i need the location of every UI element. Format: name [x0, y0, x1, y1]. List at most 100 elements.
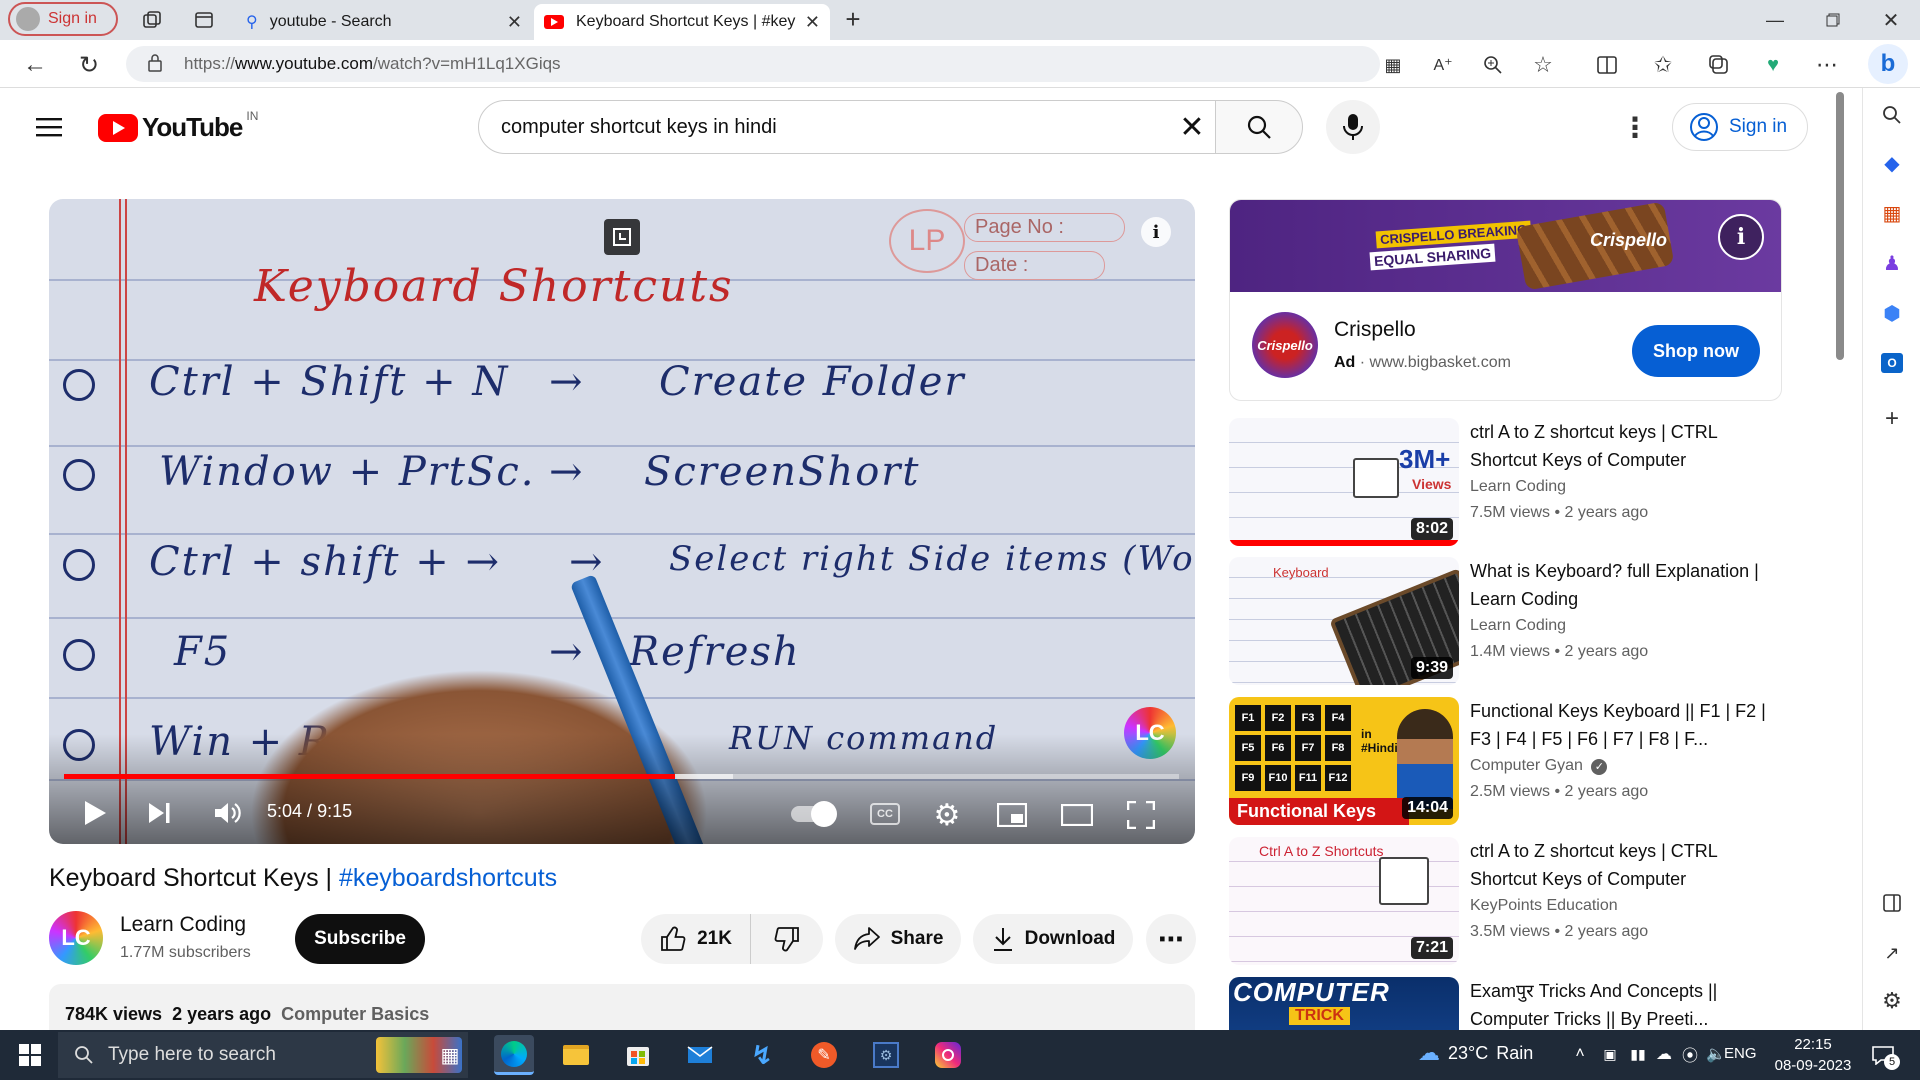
more-actions-button[interactable]: ⋯ — [1146, 914, 1196, 964]
clear-search-icon[interactable]: ✕ — [1176, 111, 1208, 144]
progress-track[interactable] — [64, 774, 1179, 779]
cc-icon[interactable]: CC — [867, 799, 903, 829]
more-menu-icon[interactable]: ⋯ — [1812, 50, 1842, 80]
recommendation-item[interactable]: F1 F2 F3 F4 F5 F6 F7 F8 F9 F10 F11 F12 i… — [1229, 697, 1789, 827]
theater-icon[interactable] — [1059, 797, 1095, 833]
category-link[interactable]: Computer Basics — [281, 1004, 429, 1024]
mic-button[interactable] — [1326, 100, 1380, 154]
split-screen-icon[interactable] — [1592, 50, 1622, 80]
back-icon[interactable]: ← — [20, 50, 50, 80]
video-title-link[interactable]: Functional Keys Keyboard || F1 | F2 | F3… — [1470, 697, 1770, 753]
more-vert-icon[interactable]: ⋮ — [1620, 110, 1650, 144]
youtube-logo[interactable]: YouTube IN — [98, 109, 258, 143]
share-button[interactable]: Share — [835, 914, 961, 964]
hashtag-link[interactable]: #keyboardshortcuts — [339, 864, 557, 892]
favorite-star-icon[interactable]: ☆ — [1528, 50, 1558, 80]
games-icon[interactable]: ♟ — [1877, 248, 1907, 278]
next-icon[interactable] — [141, 795, 177, 831]
channel-name[interactable]: Learn Coding — [1470, 478, 1566, 496]
tab-actions-icon[interactable] — [190, 6, 218, 34]
channel-name[interactable]: Learn Coding — [120, 913, 246, 937]
power-automate-icon[interactable]: ↯ — [742, 1035, 782, 1075]
search-icon[interactable] — [1877, 100, 1907, 130]
ad-info-icon[interactable]: i — [1718, 214, 1764, 260]
search-button[interactable] — [1215, 100, 1303, 154]
tab-youtube-search[interactable]: ⚲ youtube - Search ✕ — [236, 4, 532, 40]
wifi-icon[interactable]: ⦿ — [1678, 1042, 1702, 1066]
outlook-icon[interactable]: O — [1877, 348, 1907, 378]
subscribe-button[interactable]: Subscribe — [295, 914, 425, 964]
miniplayer-icon[interactable] — [994, 797, 1030, 833]
video-thumbnail[interactable]: F1 F2 F3 F4 F5 F6 F7 F8 F9 F10 F11 F12 i… — [1229, 697, 1459, 825]
close-tab-icon[interactable]: ✕ — [507, 12, 522, 33]
ad-card[interactable]: CRISPELLO BREAKING EQUAL SHARING Crispel… — [1229, 199, 1782, 401]
video-title-link[interactable]: ctrl A to Z shortcut keys | CTRL Shortcu… — [1470, 837, 1770, 893]
add-sidebar-icon[interactable]: + — [1877, 404, 1907, 434]
info-icon[interactable]: i — [1141, 217, 1171, 247]
ad-banner[interactable]: CRISPELLO BREAKING EQUAL SHARING Crispel… — [1230, 200, 1781, 292]
settings-icon[interactable]: ⚙ — [929, 797, 965, 833]
collections-icon[interactable] — [1704, 50, 1734, 80]
notification-center-icon[interactable]: 5 — [1866, 1040, 1900, 1070]
close-tab-icon[interactable]: ✕ — [805, 12, 820, 33]
autoplay-icon[interactable] — [787, 799, 839, 829]
video-title-link[interactable]: ctrl A to Z shortcut keys | CTRL Shortcu… — [1470, 418, 1770, 474]
app-orange-icon[interactable]: ✎ — [804, 1035, 844, 1075]
window-close-icon[interactable]: ✕ — [1876, 6, 1906, 34]
like-button[interactable]: 21K — [641, 914, 751, 964]
shopping-icon[interactable]: ◆ — [1877, 148, 1907, 178]
recommendation-item[interactable]: Keyboard 9:39 What is Keyboard? full Exp… — [1229, 557, 1789, 687]
external-link-icon[interactable]: ↗ — [1877, 938, 1907, 968]
copilot-icon[interactable]: b — [1868, 44, 1908, 84]
windows-start-icon[interactable] — [10, 1035, 50, 1075]
video-title-link[interactable]: What is Keyboard? full Explanation | Lea… — [1470, 557, 1770, 613]
channel-avatar[interactable]: LC — [49, 911, 103, 965]
zoom-icon[interactable] — [1478, 50, 1508, 80]
download-button[interactable]: Download — [973, 914, 1133, 964]
hide-sidebar-icon[interactable] — [1877, 888, 1907, 918]
favorites-icon[interactable]: ✩ — [1648, 50, 1678, 80]
file-explorer-icon[interactable] — [556, 1035, 596, 1075]
page-scrollbar[interactable] — [1836, 92, 1844, 360]
search-input[interactable]: computer shortcut keys in hindi — [478, 100, 1216, 154]
workspaces-icon[interactable] — [138, 6, 166, 34]
signin-button[interactable]: Sign in — [1672, 103, 1808, 151]
tools-icon[interactable]: ▦ — [1877, 198, 1907, 228]
battery-icon[interactable]: ▮▮ — [1626, 1042, 1650, 1066]
channel-name[interactable]: Learn Coding — [1470, 617, 1566, 635]
browser-essentials-icon[interactable]: ♥ — [1758, 50, 1788, 80]
instagram-icon[interactable] — [928, 1035, 968, 1075]
maximize-icon[interactable] — [1818, 6, 1848, 34]
language-indicator[interactable]: ENG — [1724, 1045, 1757, 1062]
tray-chevron-icon[interactable]: ˄ — [1568, 1042, 1592, 1066]
fullscreen-icon[interactable] — [1123, 797, 1159, 833]
edge-taskbar-icon[interactable] — [494, 1035, 534, 1075]
address-bar[interactable]: https://www.youtube.com/watch?v=mH1Lq1XG… — [126, 46, 1380, 82]
recommendation-item[interactable]: COMPUTER TRICK Examपुर Tricks And Concep… — [1229, 977, 1789, 1030]
video-player[interactable]: LP Page No : Date : Keyboard Shortcuts C… — [49, 199, 1195, 844]
recommendation-item[interactable]: Ctrl A to Z Shortcuts 7:21 ctrl A to Z s… — [1229, 837, 1789, 967]
meet-now-icon[interactable]: ▣ — [1598, 1042, 1622, 1066]
weather-widget[interactable]: ☁ 23°C Rain — [1418, 1040, 1533, 1066]
store-icon[interactable] — [618, 1035, 658, 1075]
volume-icon[interactable] — [209, 795, 245, 831]
shop-now-button[interactable]: Shop now — [1632, 325, 1760, 377]
play-icon[interactable] — [77, 795, 113, 831]
recommendation-item[interactable]: 3M+ Views 8:02 ctrl A to Z shortcut keys… — [1229, 418, 1789, 548]
video-thumbnail[interactable]: 3M+ Views 8:02 — [1229, 418, 1459, 546]
minimize-icon[interactable]: — — [1760, 6, 1790, 34]
dislike-button[interactable] — [751, 914, 823, 964]
mail-icon[interactable] — [680, 1035, 720, 1075]
cloud-sync-icon[interactable]: ☁ — [1652, 1042, 1676, 1066]
app-blue-icon[interactable]: ⚙ — [866, 1035, 906, 1075]
task-view-icon[interactable]: ▦ — [430, 1035, 470, 1075]
video-title-link[interactable]: Examपुर Tricks And Concepts || Computer … — [1470, 977, 1770, 1030]
channel-name[interactable]: KeyPoints Education — [1470, 897, 1618, 915]
microsoft365-icon[interactable]: ⬢ — [1877, 298, 1907, 328]
apps-icon[interactable]: ▦ — [1378, 50, 1408, 80]
exit-fullscreen-icon[interactable] — [604, 219, 640, 255]
clock[interactable]: 22:15 08-09-2023 — [1768, 1034, 1858, 1076]
video-thumbnail[interactable]: COMPUTER TRICK — [1229, 977, 1459, 1030]
profile-button[interactable]: Sign in — [8, 2, 118, 36]
video-thumbnail[interactable]: Keyboard 9:39 — [1229, 557, 1459, 685]
